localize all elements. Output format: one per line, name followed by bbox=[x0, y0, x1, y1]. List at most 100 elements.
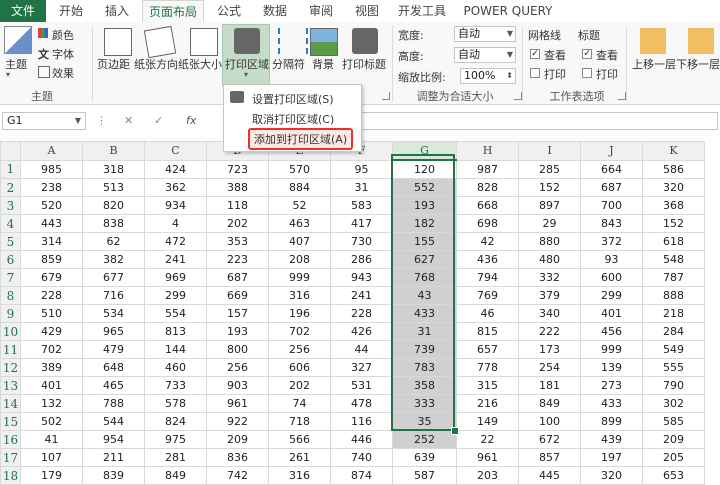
cell[interactable]: 41 bbox=[20, 430, 83, 449]
cell[interactable]: 739 bbox=[392, 340, 457, 359]
cell[interactable]: 587 bbox=[392, 466, 457, 485]
cell[interactable]: 216 bbox=[456, 394, 519, 413]
cell[interactable]: 700 bbox=[580, 196, 643, 215]
cell[interactable]: 456 bbox=[580, 322, 643, 341]
cell[interactable]: 203 bbox=[456, 466, 519, 485]
cell[interactable]: 702 bbox=[268, 322, 331, 341]
cell[interactable]: 284 bbox=[642, 322, 705, 341]
cell[interactable]: 639 bbox=[392, 448, 457, 467]
cell[interactable]: 93 bbox=[580, 250, 643, 269]
page-setup-launcher-icon[interactable] bbox=[382, 92, 390, 100]
cell[interactable]: 922 bbox=[206, 412, 269, 431]
colors-button[interactable]: 颜色 bbox=[52, 27, 74, 43]
cell[interactable]: 897 bbox=[518, 196, 581, 215]
bring-forward-button[interactable]: 上移一层 bbox=[632, 56, 676, 72]
cell[interactable]: 4 bbox=[144, 214, 207, 233]
cell[interactable]: 903 bbox=[206, 376, 269, 395]
cell[interactable]: 460 bbox=[144, 358, 207, 377]
cell[interactable]: 424 bbox=[144, 159, 207, 179]
cell[interactable]: 22 bbox=[456, 430, 519, 449]
cell[interactable]: 702 bbox=[20, 340, 83, 359]
scale-launcher-icon[interactable] bbox=[514, 92, 522, 100]
cell[interactable]: 740 bbox=[330, 448, 393, 467]
cell[interactable]: 302 bbox=[642, 394, 705, 413]
size-icon[interactable] bbox=[190, 28, 218, 56]
send-backward-icon[interactable] bbox=[688, 28, 714, 54]
row-header[interactable]: 12 bbox=[0, 358, 21, 377]
cell[interactable]: 401 bbox=[20, 376, 83, 395]
cell[interactable]: 340 bbox=[518, 304, 581, 323]
cell[interactable]: 987 bbox=[456, 159, 519, 179]
cell[interactable]: 672 bbox=[518, 430, 581, 449]
row-header[interactable]: 13 bbox=[0, 376, 21, 395]
background-icon[interactable] bbox=[310, 28, 338, 56]
cell[interactable]: 320 bbox=[580, 466, 643, 485]
cell[interactable]: 155 bbox=[392, 232, 457, 251]
cell[interactable]: 222 bbox=[518, 322, 581, 341]
cell[interactable]: 698 bbox=[456, 214, 519, 233]
cell[interactable]: 218 bbox=[642, 304, 705, 323]
cell[interactable]: 320 bbox=[642, 178, 705, 197]
cell[interactable]: 197 bbox=[580, 448, 643, 467]
cell[interactable]: 358 bbox=[392, 376, 457, 395]
cell[interactable]: 961 bbox=[206, 394, 269, 413]
cell[interactable]: 29 bbox=[518, 214, 581, 233]
cell[interactable]: 209 bbox=[642, 430, 705, 449]
cell[interactable]: 606 bbox=[268, 358, 331, 377]
cell[interactable]: 316 bbox=[268, 466, 331, 485]
cell[interactable]: 653 bbox=[642, 466, 705, 485]
cell[interactable]: 52 bbox=[268, 196, 331, 215]
cell[interactable]: 480 bbox=[518, 250, 581, 269]
cell[interactable]: 223 bbox=[206, 250, 269, 269]
add-to-print-area-menu-item[interactable]: 添加到打印区域(A) bbox=[248, 128, 354, 150]
cell[interactable]: 193 bbox=[392, 196, 457, 215]
cell[interactable]: 723 bbox=[206, 159, 269, 179]
row-header[interactable]: 8 bbox=[0, 286, 21, 305]
tab-file[interactable]: 文件 bbox=[0, 0, 46, 22]
cell[interactable]: 849 bbox=[144, 466, 207, 485]
headings-print-checkbox[interactable] bbox=[582, 68, 592, 78]
cell[interactable]: 332 bbox=[518, 268, 581, 287]
cell[interactable]: 95 bbox=[330, 159, 393, 179]
cell[interactable]: 379 bbox=[518, 286, 581, 305]
cell[interactable]: 836 bbox=[206, 448, 269, 467]
cell[interactable]: 31 bbox=[330, 178, 393, 197]
row-header[interactable]: 10 bbox=[0, 322, 21, 341]
cell[interactable]: 549 bbox=[642, 340, 705, 359]
cell[interactable]: 228 bbox=[330, 304, 393, 323]
cell[interactable]: 965 bbox=[82, 322, 145, 341]
cell[interactable]: 116 bbox=[330, 412, 393, 431]
cell[interactable]: 407 bbox=[268, 232, 331, 251]
margins-button[interactable]: 页边距 bbox=[97, 56, 130, 72]
cell[interactable]: 107 bbox=[20, 448, 83, 467]
cell[interactable]: 788 bbox=[82, 394, 145, 413]
cell[interactable]: 241 bbox=[144, 250, 207, 269]
cell[interactable]: 679 bbox=[20, 268, 83, 287]
cell[interactable]: 824 bbox=[144, 412, 207, 431]
column-header-a[interactable]: A bbox=[20, 141, 83, 161]
cell[interactable]: 828 bbox=[456, 178, 519, 197]
cell[interactable]: 372 bbox=[580, 232, 643, 251]
cell[interactable]: 985 bbox=[20, 159, 83, 179]
cell[interactable]: 318 bbox=[82, 159, 145, 179]
cell[interactable]: 299 bbox=[144, 286, 207, 305]
cell[interactable]: 417 bbox=[330, 214, 393, 233]
cell[interactable]: 730 bbox=[330, 232, 393, 251]
sheet-options-launcher-icon[interactable] bbox=[618, 92, 626, 100]
row-header[interactable]: 3 bbox=[0, 196, 21, 215]
row-header[interactable]: 17 bbox=[0, 448, 21, 467]
tab-data[interactable]: 数据 bbox=[254, 0, 296, 22]
cell[interactable]: 600 bbox=[580, 268, 643, 287]
cell[interactable]: 316 bbox=[268, 286, 331, 305]
cell[interactable]: 999 bbox=[268, 268, 331, 287]
row-header[interactable]: 11 bbox=[0, 340, 21, 359]
cell[interactable]: 209 bbox=[206, 430, 269, 449]
cell[interactable]: 627 bbox=[392, 250, 457, 269]
row-header[interactable]: 15 bbox=[0, 412, 21, 431]
cell[interactable]: 510 bbox=[20, 304, 83, 323]
cell[interactable]: 44 bbox=[330, 340, 393, 359]
cell[interactable]: 273 bbox=[580, 376, 643, 395]
cell[interactable]: 35 bbox=[392, 412, 457, 431]
cell[interactable]: 389 bbox=[20, 358, 83, 377]
row-header[interactable]: 6 bbox=[0, 250, 21, 269]
